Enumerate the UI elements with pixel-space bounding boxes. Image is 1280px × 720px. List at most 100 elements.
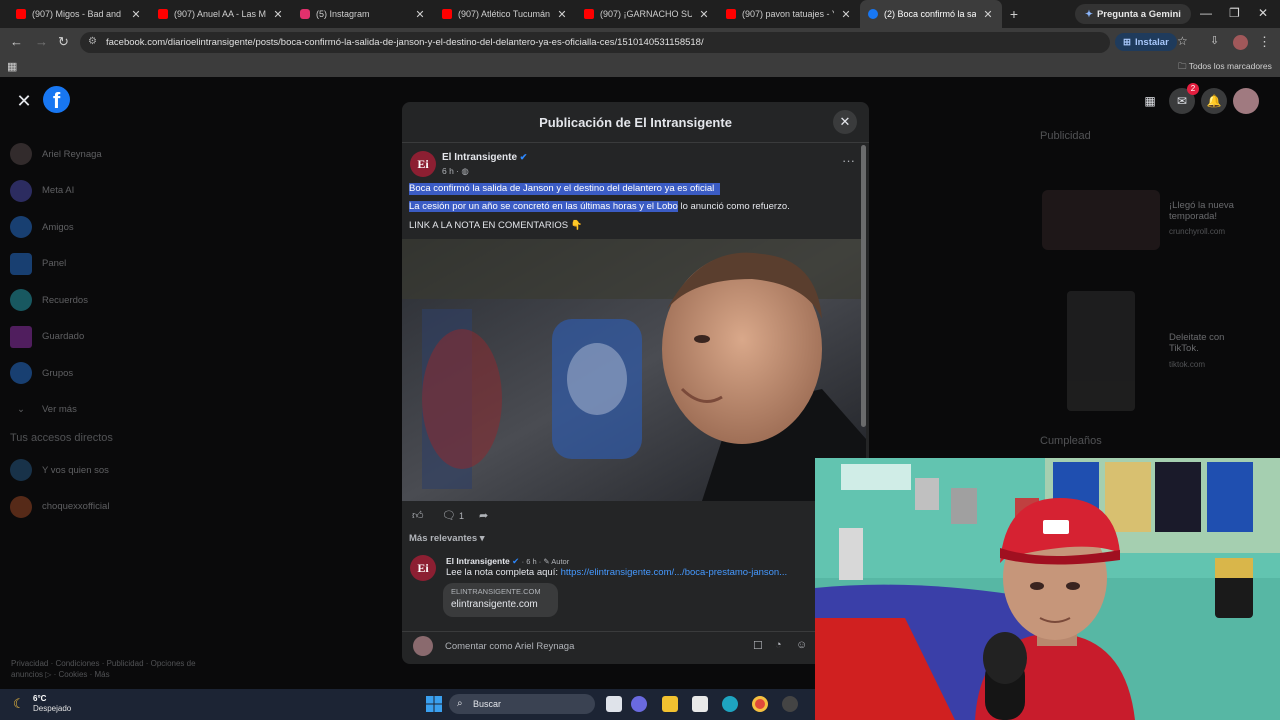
sort-comments-dropdown[interactable]: Más relevantes ▾ [409, 533, 485, 544]
edge-icon[interactable] [722, 696, 738, 712]
install-app-button[interactable]: ⊞ Instalar [1115, 33, 1177, 51]
facebook-logo[interactable]: f [43, 86, 70, 113]
meta-ai-icon [10, 179, 32, 202]
browser-tab[interactable]: (907) ¡GARNACHO SUFRIÓ...✕ [576, 0, 718, 28]
browser-tab[interactable]: (5) Instagram ✕ [292, 0, 434, 28]
weather-temp[interactable]: 6°C [33, 694, 46, 703]
sidebar-item-friends[interactable]: Amigos [10, 209, 230, 246]
page-avatar[interactable]: Ei [410, 151, 436, 177]
avatar [10, 143, 32, 166]
apps-grid-icon[interactable]: ▦ [7, 60, 17, 73]
window-close-icon[interactable]: ✕ [1258, 6, 1268, 20]
groups-icon [10, 362, 32, 385]
webcam-illustration [815, 458, 1280, 720]
link-preview-card[interactable]: ELINTRANSIGENTE.COM elintransigente.com [443, 583, 558, 617]
sidebar-item-dashboard[interactable]: Panel [10, 246, 230, 283]
avatar [413, 636, 433, 656]
ad-domain: tiktok.com [1169, 360, 1206, 369]
reload-icon[interactable]: ↻ [58, 34, 69, 50]
sidebar-item-see-more[interactable]: ⌄ Ver más [10, 392, 230, 429]
fb-footer-links[interactable]: Privacidad · Condiciones · Publicidad · … [11, 658, 221, 680]
sidebar-item-groups[interactable]: Grupos [10, 355, 230, 392]
ad-thumbnail [1067, 291, 1135, 411]
dashboard-icon [10, 252, 32, 275]
modal-title: Publicación de El Intransigente [402, 102, 869, 143]
weather-desc[interactable]: Despejado [33, 704, 71, 713]
close-tab-icon[interactable]: ✕ [272, 8, 284, 21]
maximize-icon[interactable]: ❐ [1229, 6, 1240, 20]
forward-icon[interactable]: → [35, 34, 48, 49]
post-options-icon[interactable]: ··· [842, 153, 855, 168]
close-tab-icon[interactable]: ✕ [840, 8, 852, 21]
sidebar-item-memories[interactable]: Recuerdos [10, 282, 230, 319]
page-name[interactable]: El Intransigente ✔ [442, 152, 527, 163]
menu-grid-icon[interactable]: ▦ [1137, 88, 1163, 114]
ad-item[interactable]: Deleitate con TikTok. tiktok.com [1040, 290, 1270, 415]
comment-text: Lee la nota completa aquí: https://elint… [446, 567, 788, 578]
gemini-button[interactable]: ✦ Pregunta a Gemini [1075, 4, 1191, 24]
instagram-icon [300, 9, 310, 19]
app-icon[interactable] [782, 696, 798, 712]
ad-thumbnail [1042, 190, 1160, 250]
chrome-icon[interactable] [752, 696, 768, 712]
browser-tab[interactable]: (907) Anuel AA - Las Ma...✕ [150, 0, 292, 28]
file-explorer-icon[interactable] [662, 696, 678, 712]
youtube-icon [726, 9, 736, 19]
account-avatar[interactable] [1233, 88, 1259, 114]
share-button[interactable]: ➦ [479, 509, 488, 522]
browser-tab[interactable]: (907) Atlético Tucumán 4...✕ [434, 0, 576, 28]
browser-tab[interactable]: (907) pavon tatuajes - You...✕ [718, 0, 860, 28]
youtube-icon [158, 9, 168, 19]
taskbar-search[interactable]: ⌕ Buscar [449, 694, 595, 714]
comment-input[interactable]: Comentar como Ariel Reynaga [445, 641, 574, 652]
saved-icon [10, 325, 32, 348]
comment-link[interactable]: https://elintransigente.com/.../boca-pre… [561, 567, 788, 578]
post-photo[interactable] [402, 239, 866, 501]
weather-moon-icon[interactable]: ☾ [13, 696, 25, 712]
close-post-view-icon[interactable]: ✕ [12, 89, 36, 113]
url-field[interactable]: ⚙ facebook.com/diarioelintransigente/pos… [80, 32, 1110, 53]
like-button[interactable]: 👍︎ [412, 509, 424, 522]
bookmark-star-icon[interactable]: ☆ [1177, 34, 1188, 48]
close-tab-icon[interactable]: ✕ [982, 8, 994, 21]
modal-scrollbar[interactable] [861, 145, 866, 427]
site-info-icon[interactable]: ⚙ [88, 36, 97, 47]
copilot-icon[interactable] [631, 696, 647, 712]
all-bookmarks-link[interactable]: 🗀 Todos los marcadores [1178, 61, 1272, 75]
close-tab-icon[interactable]: ✕ [698, 8, 710, 21]
notifications-bell-icon[interactable]: 🔔 [1201, 88, 1227, 114]
store-icon[interactable] [692, 696, 708, 712]
post-line-2: La cesión por un año se concretó en las … [409, 201, 790, 212]
downloads-icon[interactable]: ⇩ [1210, 34, 1219, 47]
shortcut-item[interactable]: Y vos quien sos [10, 452, 230, 489]
close-tab-icon[interactable]: ✕ [556, 8, 568, 21]
task-view-icon[interactable] [606, 696, 622, 712]
sidebar-item-meta-ai[interactable]: Meta AI [10, 173, 230, 210]
verified-badge-icon: ✔ [519, 152, 528, 162]
sticker-icon[interactable]: ☐ [753, 639, 763, 652]
emoji-icon[interactable]: ☺ [796, 639, 807, 651]
windows-start-icon[interactable] [426, 696, 442, 712]
ad-item[interactable]: ¡Llegó la nueva temporada! crunchyroll.c… [1040, 185, 1270, 255]
back-icon[interactable]: ← [10, 34, 23, 49]
comment-bubble-icon: 🗨︎ [442, 510, 456, 522]
new-tab-button[interactable]: + [1002, 6, 1026, 22]
gif-icon[interactable]: ◔ [775, 639, 782, 651]
sidebar-item-saved[interactable]: Guardado [10, 319, 230, 356]
browser-tab[interactable]: (907) Migos - Bad and Bo...✕ [8, 0, 150, 28]
minimize-icon[interactable]: — [1200, 6, 1212, 20]
sidebar-item-profile[interactable]: Ariel Reynaga [10, 136, 230, 173]
comment-button[interactable]: 🗨︎ 1 [442, 509, 464, 522]
browser-tab-active[interactable]: (2) Boca confirmó la salid...✕ [860, 0, 1002, 28]
search-icon: ⌕ [457, 698, 463, 709]
shortcut-item[interactable]: choquexxofficial [10, 489, 230, 526]
avatar [10, 459, 32, 482]
close-tab-icon[interactable]: ✕ [130, 8, 142, 21]
post-line-1: Boca confirmó la salida de Janson y el d… [409, 183, 721, 195]
comment-author-avatar[interactable]: Ei [410, 555, 436, 581]
modal-close-button[interactable]: ✕ [833, 110, 857, 134]
profile-avatar[interactable] [1233, 35, 1248, 50]
close-tab-icon[interactable]: ✕ [414, 8, 426, 21]
browser-menu-icon[interactable]: ⋮ [1258, 34, 1271, 50]
post-timestamp[interactable]: 6 h · ◍ [442, 166, 469, 177]
